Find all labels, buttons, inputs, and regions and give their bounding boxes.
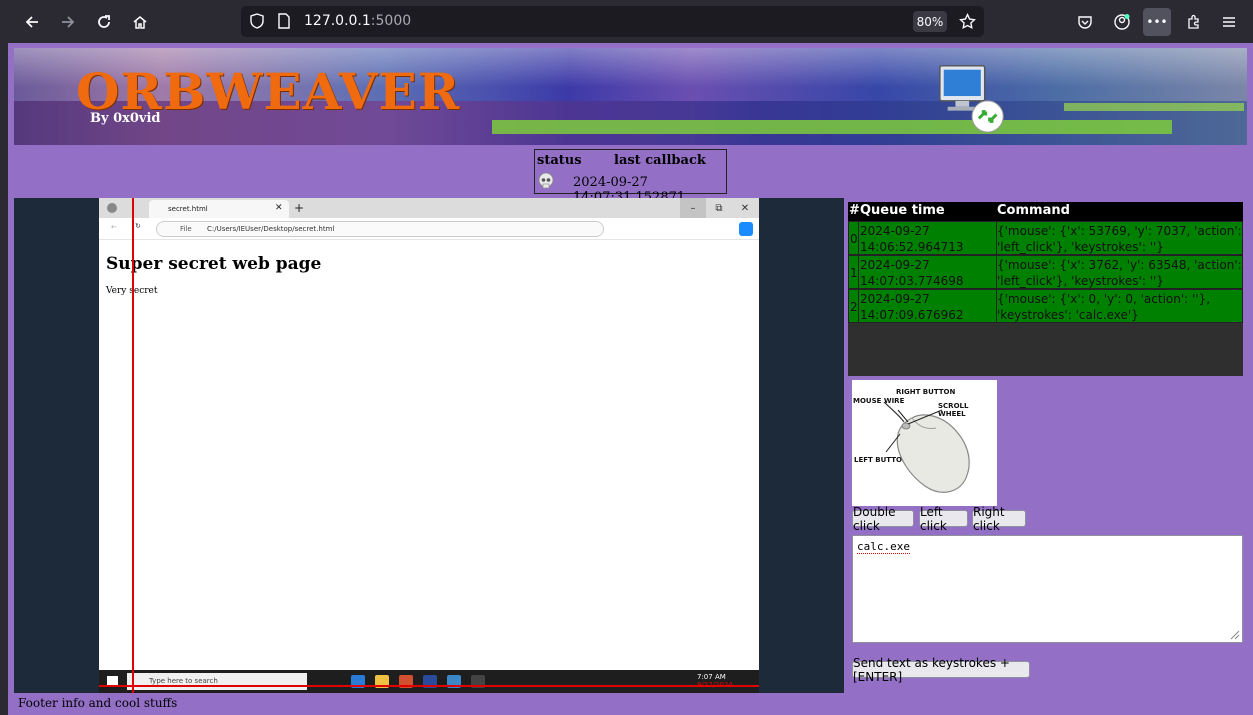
zoom-badge[interactable]: 80% bbox=[913, 11, 947, 32]
restore-icon: ⧉ bbox=[715, 202, 723, 214]
browser-toolbar: 127.0.0.1:5000 80% ••• bbox=[0, 0, 1253, 43]
queue-header-row: # Queue time Command bbox=[848, 202, 1243, 221]
extensions-overflow-button[interactable]: ••• bbox=[1143, 8, 1171, 36]
remote-tab-strip: secret.html ✕ + – ⧉ ✕ bbox=[99, 198, 759, 218]
banner-byline: By 0x0vid bbox=[90, 111, 161, 126]
status-header: status bbox=[537, 153, 582, 168]
table-row: 0 2024-09-27 14:06:52.964713 {'mouse': {'… bbox=[848, 221, 1243, 255]
account-icon bbox=[1114, 14, 1130, 30]
forward-button[interactable] bbox=[54, 8, 82, 36]
table-row: 1 2024-09-27 14:07:03.774698 {'mouse': {'… bbox=[848, 255, 1243, 289]
remote-tab-title: secret.html bbox=[168, 205, 208, 213]
remote-address: C:/Users/IEUser/Desktop/secret.html bbox=[207, 225, 335, 233]
arrow-right-icon bbox=[62, 16, 75, 28]
mouse-diagram: RIGHT BUTTON MOUSE WIRE SCROLL WHEEL LEF… bbox=[852, 380, 997, 506]
close-icon: ✕ bbox=[275, 203, 283, 213]
left-click-button[interactable]: Left click bbox=[919, 505, 968, 533]
home-button[interactable] bbox=[126, 8, 154, 36]
window-close-icon: ✕ bbox=[740, 202, 750, 214]
table-row: 2 2024-09-27 14:07:09.676962 {'mouse': {'… bbox=[848, 289, 1243, 323]
star-icon[interactable] bbox=[959, 13, 976, 30]
cursor-y-line bbox=[99, 685, 759, 687]
back-button[interactable] bbox=[18, 8, 46, 36]
puzzle-icon bbox=[1188, 14, 1199, 29]
remote-screen[interactable]: secret.html ✕ + – ⧉ ✕ ← ↻ File C:/Users/… bbox=[14, 198, 844, 693]
header-banner: ORBWEAVER By 0x0vid bbox=[14, 48, 1247, 145]
reload-icon bbox=[98, 15, 110, 28]
remote-tab: secret.html ✕ bbox=[149, 200, 289, 218]
resize-handle-icon[interactable] bbox=[1228, 628, 1240, 640]
mouse-icon bbox=[883, 402, 970, 493]
reload-button[interactable] bbox=[90, 8, 118, 36]
last-callback-header: last callback bbox=[614, 153, 706, 168]
skull-icon bbox=[538, 172, 554, 189]
remote-taskbar-search: Type here to search bbox=[127, 673, 307, 690]
copilot-icon bbox=[739, 222, 753, 236]
pocket-icon bbox=[1078, 16, 1092, 29]
page-icon bbox=[278, 13, 290, 29]
page-footer: Footer info and cool stuffs bbox=[18, 696, 178, 710]
pocket-button[interactable] bbox=[1071, 8, 1099, 36]
url-text: 127.0.0.1:5000 bbox=[304, 13, 412, 29]
remote-back-icon: ← bbox=[111, 223, 117, 231]
remote-desktop-icon bbox=[939, 65, 1004, 133]
remote-reload-icon: ↻ bbox=[135, 222, 141, 230]
home-icon bbox=[133, 16, 147, 29]
shield-icon bbox=[250, 13, 264, 29]
url-bar[interactable]: 127.0.0.1:5000 80% bbox=[241, 6, 984, 37]
command-queue-table: # Queue time Command 0 2024-09-27 14:06:5… bbox=[848, 202, 1243, 376]
plus-icon: + bbox=[294, 201, 305, 215]
more-dots-icon: ••• bbox=[1146, 15, 1168, 29]
remote-page-heading: Super secret web page bbox=[106, 254, 322, 274]
status-table: status last callback 2024-09-27 14:07:31… bbox=[534, 149, 727, 205]
extensions-button[interactable] bbox=[1180, 8, 1208, 36]
right-click-button[interactable]: Right click bbox=[972, 505, 1026, 533]
account-button[interactable] bbox=[1108, 8, 1136, 36]
hamburger-icon bbox=[1223, 17, 1235, 27]
page-body: ORBWEAVER By 0x0vid status last callback… bbox=[8, 43, 1253, 715]
remote-file-label: File bbox=[180, 225, 192, 233]
send-keystrokes-button[interactable]: Send text as keystrokes + [ENTER] bbox=[852, 656, 1030, 684]
arrow-left-icon bbox=[25, 16, 38, 28]
keystrokes-text: calc.exe bbox=[857, 540, 910, 554]
menu-button[interactable] bbox=[1215, 8, 1243, 36]
remote-browser-window: secret.html ✕ + – ⧉ ✕ ← ↻ File C:/Users/… bbox=[99, 198, 759, 693]
double-click-button[interactable]: Double click bbox=[852, 505, 914, 533]
minimize-icon: – bbox=[680, 198, 706, 218]
cursor-x-line bbox=[132, 198, 134, 693]
keystrokes-textarea[interactable]: calc.exe bbox=[852, 535, 1243, 643]
remote-taskbar: Type here to search 7:07 AM 9/27/2024 bbox=[99, 670, 759, 693]
remote-address-bar: ← ↻ File C:/Users/IEUser/Desktop/secret.… bbox=[99, 218, 759, 240]
